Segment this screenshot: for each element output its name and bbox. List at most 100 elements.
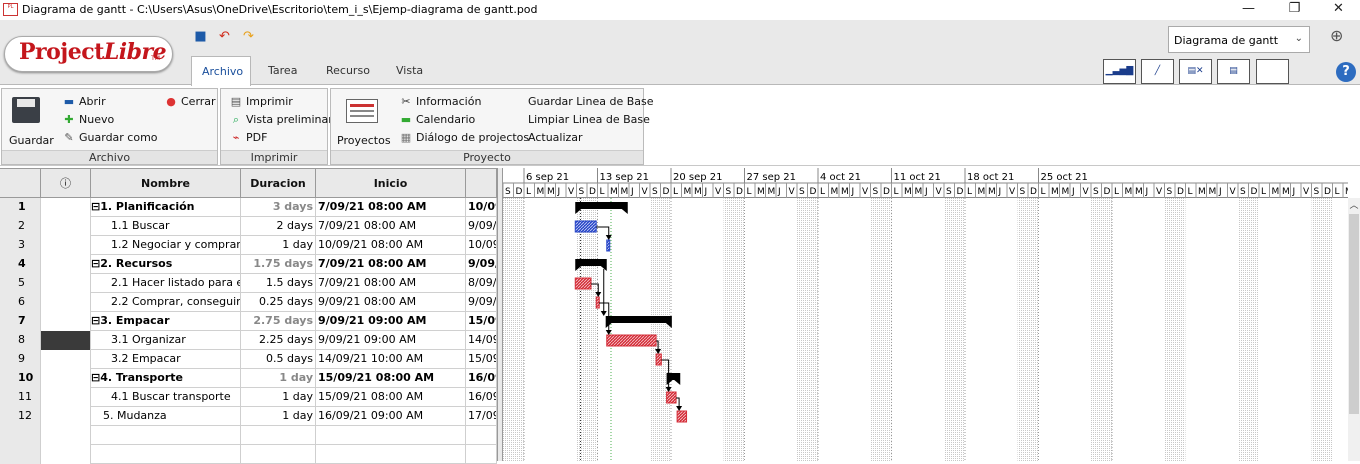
row-number[interactable]: 8 bbox=[0, 331, 41, 350]
tab-archivo[interactable]: Archivo bbox=[191, 56, 251, 86]
task-duration[interactable]: 1.75 days bbox=[241, 255, 316, 274]
informacion-button[interactable]: ✂ Información bbox=[399, 95, 481, 108]
task-start[interactable]: 7/09/21 08:00 AM bbox=[316, 198, 466, 217]
tab-tarea[interactable]: Tarea bbox=[258, 56, 307, 84]
guardar-button[interactable]: Guardar bbox=[9, 134, 54, 147]
task-end[interactable]: 8/09/2 bbox=[466, 274, 497, 293]
task-end[interactable]: 9/09/2 bbox=[466, 293, 497, 312]
task-start[interactable]: 15/09/21 08:00 AM bbox=[316, 388, 466, 407]
task-duration[interactable]: 2.25 days bbox=[241, 331, 316, 350]
help-icon[interactable]: ? bbox=[1336, 62, 1356, 82]
row-number[interactable]: 4 bbox=[0, 255, 41, 274]
task-duration[interactable]: 0.5 days bbox=[241, 350, 316, 369]
guardar-linea-base-button[interactable]: Guardar Linea de Base bbox=[528, 95, 654, 108]
scroll-thumb[interactable] bbox=[1349, 214, 1359, 414]
proyectos-button[interactable]: Proyectos bbox=[337, 134, 391, 147]
column-header-id[interactable] bbox=[0, 169, 41, 199]
table-row[interactable]: 5 2.1 Hacer listado para emp1.5 days7/09/… bbox=[0, 274, 497, 293]
task-end[interactable]: 14/09/ bbox=[466, 331, 497, 350]
task-duration[interactable]: 2.75 days bbox=[241, 312, 316, 331]
globe-icon[interactable]: ⊕ bbox=[1330, 26, 1350, 46]
row-number[interactable]: 2 bbox=[0, 217, 41, 236]
task-name[interactable]: 1.2 Negociar y comprar bbox=[91, 236, 241, 255]
task-name[interactable]: 2.1 Hacer listado para emp bbox=[91, 274, 241, 293]
task-end[interactable]: 9/09/2 bbox=[466, 217, 497, 236]
task-duration[interactable]: 1 day bbox=[241, 388, 316, 407]
abrir-button[interactable]: ▬ Abrir bbox=[62, 95, 106, 108]
empty-row[interactable] bbox=[0, 445, 497, 464]
task-name[interactable]: 3.2 Empacar bbox=[91, 350, 241, 369]
save-icon[interactable]: ■ bbox=[192, 28, 209, 45]
nuevo-button[interactable]: ✚ Nuevo bbox=[62, 113, 114, 126]
row-number[interactable]: 1 bbox=[0, 198, 41, 217]
maximize-button[interactable]: ❐ bbox=[1272, 0, 1317, 20]
row-number[interactable]: 6 bbox=[0, 293, 41, 312]
info-icon[interactable]: ⓘ bbox=[41, 169, 91, 199]
table-row[interactable]: 12 5. Mudanza1 day16/09/21 09:00 AM17/09/ bbox=[0, 407, 497, 426]
task-duration[interactable]: 2 days bbox=[241, 217, 316, 236]
view-selector[interactable]: Diagrama de gantt ⌄ bbox=[1168, 26, 1310, 53]
task-start[interactable]: 9/09/21 08:00 AM bbox=[316, 293, 466, 312]
task-name[interactable]: 3.1 Organizar bbox=[91, 331, 241, 350]
task-end[interactable]: 17/09/ bbox=[466, 407, 497, 426]
calendario-button[interactable]: ▬ Calendario bbox=[399, 113, 475, 126]
task-name[interactable]: 5. Mudanza bbox=[91, 407, 241, 426]
task-end[interactable]: 16/09/ bbox=[466, 369, 497, 388]
row-number[interactable]: 10 bbox=[0, 369, 41, 388]
minimize-button[interactable]: — bbox=[1226, 0, 1271, 20]
redo-icon[interactable]: ↷ bbox=[240, 28, 257, 45]
task-name[interactable]: ⊟3. Empacar bbox=[91, 312, 241, 331]
task-start[interactable]: 14/09/21 10:00 AM bbox=[316, 350, 466, 369]
table-row[interactable]: 9 3.2 Empacar 0.5 days 14/09/21 10:00 AM 15/… bbox=[0, 350, 497, 369]
pdf-button[interactable]: ⌁ PDF bbox=[229, 131, 268, 144]
task-duration[interactable]: 1 day bbox=[241, 236, 316, 255]
dialogo-button[interactable]: ▦ Diálogo de projectos bbox=[399, 131, 529, 144]
task-start[interactable]: 7/09/21 08:00 AM bbox=[316, 274, 466, 293]
task-start[interactable]: 15/09/21 08:00 AM bbox=[316, 369, 466, 388]
task-start[interactable]: 16/09/21 09:00 AM bbox=[316, 407, 466, 426]
column-header-inicio[interactable]: Inicio bbox=[316, 169, 466, 199]
table-row[interactable]: 2 1.1 Buscar2 days7/09/21 08:00 AM9/09/2 bbox=[0, 217, 497, 236]
task-name[interactable]: 2.2 Comprar, conseguir ca bbox=[91, 293, 241, 312]
task-end[interactable]: 9/09/ bbox=[466, 255, 497, 274]
task-start[interactable]: 9/09/21 09:00 AM bbox=[316, 312, 466, 331]
table-row[interactable]: 3 1.2 Negociar y comprar 1 day 10/09/21 08:… bbox=[0, 236, 497, 255]
task-name[interactable]: ⊟2. Recursos bbox=[91, 255, 241, 274]
row-number[interactable]: 5 bbox=[0, 274, 41, 293]
task-duration[interactable]: 3 days bbox=[241, 198, 316, 217]
empty-row[interactable] bbox=[0, 426, 497, 445]
tab-recurso[interactable]: Recurso bbox=[316, 56, 380, 84]
task-duration[interactable]: 1 day bbox=[241, 369, 316, 388]
resource-usage-icon[interactable]: ▤✕ bbox=[1179, 59, 1212, 84]
task-name[interactable]: 4.1 Buscar transporte bbox=[91, 388, 241, 407]
table-row[interactable]: 10 ⊟4. Transporte 1 day 15/09/21 08:00 AM 16… bbox=[0, 369, 497, 388]
column-header-fin[interactable] bbox=[466, 169, 497, 199]
task-start[interactable]: 10/09/21 08:00 AM bbox=[316, 236, 466, 255]
row-number[interactable]: 7 bbox=[0, 312, 41, 331]
vertical-scrollbar[interactable]: ︿ bbox=[1348, 198, 1360, 461]
column-header-duracion[interactable]: Duracion bbox=[241, 169, 316, 199]
task-duration[interactable]: 0.25 days bbox=[241, 293, 316, 312]
task-start[interactable]: 9/09/21 09:00 AM bbox=[316, 331, 466, 350]
task-name[interactable]: ⊟4. Transporte bbox=[91, 369, 241, 388]
task-duration[interactable]: 1 day bbox=[241, 407, 316, 426]
limpiar-linea-base-button[interactable]: Limpiar Linea de Base bbox=[528, 113, 650, 126]
task-usage-icon[interactable]: ▤ bbox=[1217, 59, 1250, 84]
task-end[interactable]: 10/09 bbox=[466, 198, 497, 217]
table-row[interactable]: 1 ⊟1. Planificación 3 days 7/09/21 08:00 AM… bbox=[0, 198, 497, 217]
task-end[interactable]: 10/09/ bbox=[466, 236, 497, 255]
guardar-como-button[interactable]: ✎ Guardar como bbox=[62, 131, 157, 144]
table-row[interactable]: 7 ⊟3. Empacar 2.75 days 9/09/21 09:00 AM 15/… bbox=[0, 312, 497, 331]
tab-vista[interactable]: Vista bbox=[386, 56, 433, 84]
table-row[interactable]: 4 ⊟2. Recursos 1.75 days 7/09/21 08:00 AM 9/… bbox=[0, 255, 497, 274]
blank-view-icon[interactable] bbox=[1256, 59, 1289, 84]
vista-preliminar-button[interactable]: ⌕ Vista preliminar bbox=[229, 113, 333, 127]
task-duration[interactable]: 1.5 days bbox=[241, 274, 316, 293]
row-number[interactable]: 3 bbox=[0, 236, 41, 255]
task-end[interactable]: 15/09/ bbox=[466, 312, 497, 331]
task-name[interactable]: ⊟1. Planificación bbox=[91, 198, 241, 217]
actualizar-button[interactable]: Actualizar bbox=[528, 131, 583, 144]
undo-icon[interactable]: ↶ bbox=[216, 28, 233, 45]
table-row[interactable]: 8 3.1 Organizar 2.25 days 9/09/21 09:00 AM 1… bbox=[0, 331, 497, 350]
row-number[interactable]: 12 bbox=[0, 407, 41, 426]
